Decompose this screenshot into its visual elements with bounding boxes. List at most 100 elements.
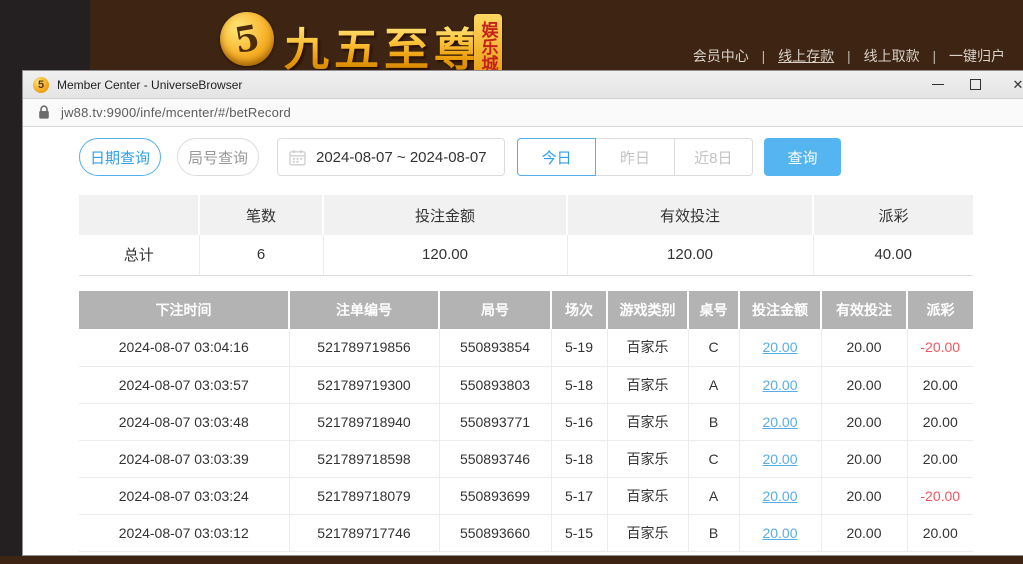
cell-bet-id: 521789719300 [289,366,439,403]
bet-amount-link[interactable]: 20.00 [762,377,797,393]
table-row: 2024-08-07 03:04:16521789719856550893854… [79,329,973,366]
cell-session: 5-15 [551,514,607,551]
cell-bet-id: 521789717746 [289,514,439,551]
table-row: 2024-08-07 03:03:39521789718598550893746… [79,440,973,477]
date-query-button[interactable]: 日期查询 [79,138,161,176]
summary-bet-amount-value: 120.00 [323,235,567,275]
quick-last8days-button[interactable]: 近8日 [674,138,753,176]
address-bar[interactable]: jw88.tv:9900/infe/mcenter/#/betRecord [23,99,1023,127]
cell-game-type: 百家乐 [607,403,688,440]
entertainment-city-badge: 娱乐城 [474,14,502,78]
cell-bet-id: 521789719856 [289,329,439,366]
nav-online-withdraw[interactable]: 线上取款 [864,48,920,64]
cell-game-type: 百家乐 [607,514,688,551]
col-header-valid-bet: 有效投注 [821,291,907,329]
nav-separator: | [847,48,851,64]
cell-time: 2024-08-07 03:03:24 [79,477,289,514]
cell-round-id: 550893699 [439,477,551,514]
cell-payout: -20.00 [907,477,973,514]
cell-bet-amount: 20.00 [739,514,821,551]
minimize-icon [932,84,944,85]
bet-amount-link[interactable]: 20.00 [762,525,797,541]
col-header-game-type: 游戏类别 [607,291,688,329]
date-range-value: 2024-08-07 ~ 2024-08-07 [316,149,487,166]
summary-header-payout: 派彩 [813,195,973,235]
nav-member-center[interactable]: 会员中心 [693,48,749,64]
favicon-icon: 5 [33,77,49,93]
quick-date-group: 今日 昨日 近8日 [517,138,753,176]
cell-payout: -20.00 [907,329,973,366]
cell-bet-amount: 20.00 [739,477,821,514]
cell-time: 2024-08-07 03:03:48 [79,403,289,440]
summary-total-label: 总计 [79,235,199,275]
cell-payout: 20.00 [907,366,973,403]
minimize-button[interactable] [921,71,955,98]
browser-window: 5 Member Center - UniverseBrowser ✕ jw88… [22,70,1023,556]
summary-count-value: 6 [199,235,323,275]
title-bar[interactable]: 5 Member Center - UniverseBrowser ✕ [23,71,1023,99]
cell-payout: 20.00 [907,403,973,440]
url-text: jw88.tv:9900/infe/mcenter/#/betRecord [61,105,291,120]
nav-online-deposit[interactable]: 线上存款 [778,48,834,64]
round-query-button[interactable]: 局号查询 [177,138,259,176]
nav-separator: | [932,48,936,64]
cell-game-type: 百家乐 [607,366,688,403]
col-header-bet-amount: 投注金额 [739,291,821,329]
cell-session: 5-16 [551,403,607,440]
bet-table-header-row: 下注时间 注单编号 局号 场次 游戏类别 桌号 投注金额 有效投注 派彩 [79,291,973,329]
cell-bet-amount: 20.00 [739,403,821,440]
table-row: 2024-08-07 03:03:57521789719300550893803… [79,366,973,403]
maximize-icon [970,79,981,90]
cell-game-type: 百家乐 [607,440,688,477]
cell-valid-bet: 20.00 [821,403,907,440]
banner-left-strip [0,70,22,556]
col-header-bet-id: 注单编号 [289,291,439,329]
col-header-round-id: 局号 [439,291,551,329]
cell-bet-amount: 20.00 [739,440,821,477]
search-button[interactable]: 查询 [764,138,841,176]
summary-total-row: 总计 6 120.00 120.00 40.00 [79,235,973,275]
table-row: 2024-08-07 03:03:48521789718940550893771… [79,403,973,440]
nav-separator: | [762,48,766,64]
bet-table-body: 2024-08-07 03:04:16521789719856550893854… [79,329,973,551]
bet-amount-link[interactable]: 20.00 [762,451,797,467]
col-header-payout: 派彩 [907,291,973,329]
close-button[interactable]: ✕ [1001,71,1023,98]
bet-amount-link[interactable]: 20.00 [762,339,797,355]
lock-icon [38,105,50,120]
quick-yesterday-button[interactable]: 昨日 [595,138,674,176]
table-row: 2024-08-07 03:03:12521789717746550893660… [79,514,973,551]
calendar-icon [289,149,306,166]
cell-time: 2024-08-07 03:03:57 [79,366,289,403]
col-header-session: 场次 [551,291,607,329]
cell-valid-bet: 20.00 [821,366,907,403]
maximize-button[interactable] [958,71,992,98]
cell-time: 2024-08-07 03:04:16 [79,329,289,366]
site-logo-coin-icon: 5 [220,12,274,66]
cell-valid-bet: 20.00 [821,440,907,477]
cell-bet-amount: 20.00 [739,366,821,403]
summary-table: 笔数 投注金额 有效投注 派彩 总计 6 120.00 120.00 40.00 [79,195,973,276]
col-header-bet-time: 下注时间 [79,291,289,329]
cell-table-no: B [688,514,739,551]
cell-session: 5-19 [551,329,607,366]
nav-one-key-transfer[interactable]: 一键归户 [949,48,1005,64]
cell-round-id: 550893746 [439,440,551,477]
cell-payout: 20.00 [907,514,973,551]
bet-record-table: 下注时间 注单编号 局号 场次 游戏类别 桌号 投注金额 有效投注 派彩 202… [79,291,973,552]
favicon-number: 5 [38,79,44,91]
cell-valid-bet: 20.00 [821,477,907,514]
cell-session: 5-17 [551,477,607,514]
summary-header-row: 笔数 投注金额 有效投注 派彩 [79,195,973,235]
summary-header-empty [79,195,199,235]
table-row: 2024-08-07 03:03:24521789718079550893699… [79,477,973,514]
cell-bet-id: 521789718598 [289,440,439,477]
cell-table-no: C [688,440,739,477]
quick-today-button[interactable]: 今日 [517,138,596,176]
bet-amount-link[interactable]: 20.00 [762,488,797,504]
summary-header-count: 笔数 [199,195,323,235]
date-range-picker[interactable]: 2024-08-07 ~ 2024-08-07 [277,138,505,176]
bet-amount-link[interactable]: 20.00 [762,414,797,430]
cell-round-id: 550893803 [439,366,551,403]
banner-nav: 会员中心 | 线上存款 | 线上取款 | 一键归户 [693,46,1005,66]
